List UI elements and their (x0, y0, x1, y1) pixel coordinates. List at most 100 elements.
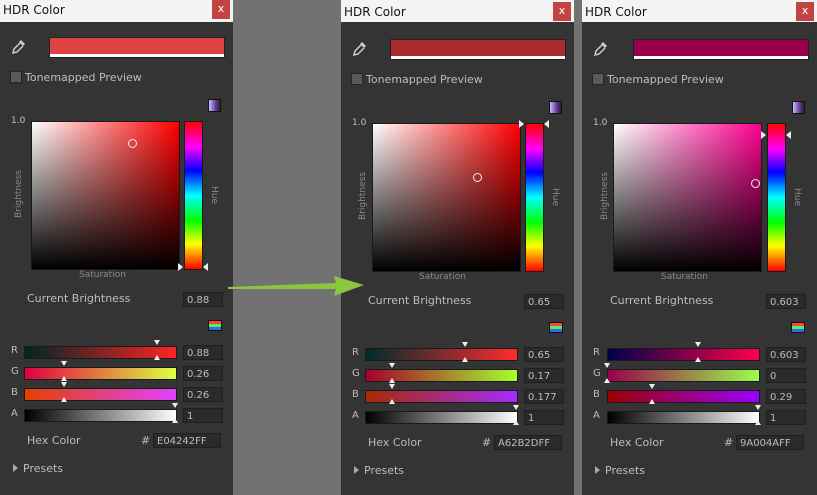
channel-value-r[interactable]: 0.65 (524, 347, 564, 362)
channel-slider-g[interactable] (607, 369, 760, 382)
color-swatch[interactable] (390, 39, 566, 60)
b-handle-bottom[interactable] (389, 399, 395, 404)
a-handle-bottom[interactable] (172, 418, 178, 423)
title-bar[interactable]: HDR Color x (582, 0, 817, 22)
color-swatch[interactable] (49, 37, 225, 58)
saturation-brightness-box[interactable] (613, 123, 762, 272)
channel-slider-b[interactable] (607, 390, 760, 403)
r-handle-top[interactable] (154, 340, 160, 345)
hue-handle-left[interactable] (761, 131, 766, 139)
sv-cursor[interactable] (751, 179, 760, 188)
a-handle-top[interactable] (755, 405, 761, 410)
g-handle-bottom[interactable] (389, 378, 395, 383)
hue-handle-right[interactable] (544, 120, 549, 128)
r-handle-top[interactable] (695, 342, 701, 347)
saturation-brightness-box[interactable] (31, 121, 180, 270)
a-handle-top[interactable] (513, 405, 519, 410)
checkbox[interactable] (10, 71, 22, 83)
title-bar[interactable]: HDR Color x (0, 0, 233, 22)
presets-foldout[interactable]: Presets (354, 464, 404, 477)
eyedropper-icon[interactable] (593, 41, 608, 57)
channel-value-b[interactable]: 0.26 (183, 387, 223, 402)
a-handle-bottom[interactable] (755, 420, 761, 425)
hue-slider[interactable] (184, 121, 203, 270)
eyedropper-icon[interactable] (11, 39, 26, 55)
current-brightness-field[interactable]: 0.65 (524, 294, 564, 309)
channel-slider-a[interactable] (24, 409, 177, 422)
channel-value-g[interactable]: 0.26 (183, 366, 223, 381)
presets-foldout[interactable]: Presets (595, 464, 645, 477)
hex-color-field[interactable]: A62B2DFF (494, 435, 562, 450)
channel-label-a: A (593, 410, 600, 421)
channel-value-g[interactable]: 0 (766, 368, 806, 383)
hex-color-field[interactable]: 9A004AFF (736, 435, 804, 450)
channel-slider-b[interactable] (365, 390, 518, 403)
hdr-color-panel-1: HDR Color x Tonemapped Preview 1.0 Brigh… (0, 0, 233, 495)
a-handle-top[interactable] (172, 403, 178, 408)
saturation-brightness-box[interactable] (372, 123, 521, 272)
channel-value-a[interactable]: 1 (524, 410, 564, 425)
b-handle-bottom[interactable] (61, 397, 67, 402)
channel-value-r[interactable]: 0.88 (183, 345, 223, 360)
hue-slider[interactable] (525, 123, 544, 272)
b-handle-bottom[interactable] (649, 399, 655, 404)
hue-slider[interactable] (767, 123, 786, 272)
channel-slider-b[interactable] (24, 388, 177, 401)
hue-handle-left[interactable] (178, 263, 183, 271)
close-button[interactable]: x (212, 0, 230, 19)
foldout-arrow-icon (595, 466, 600, 474)
sv-cursor[interactable] (473, 173, 482, 182)
b-handle-top[interactable] (61, 382, 67, 387)
channel-value-g[interactable]: 0.17 (524, 368, 564, 383)
presets-foldout[interactable]: Presets (13, 462, 63, 475)
slider-mode-icon[interactable] (208, 320, 222, 331)
g-handle-top[interactable] (604, 363, 610, 368)
hue-handle-right[interactable] (786, 131, 791, 139)
r-handle-bottom[interactable] (695, 357, 701, 362)
r-handle-bottom[interactable] (462, 357, 468, 362)
channel-value-a[interactable]: 1 (183, 408, 223, 423)
hue-handle-right[interactable] (203, 263, 208, 271)
g-handle-bottom[interactable] (61, 376, 67, 381)
close-button[interactable]: x (553, 2, 571, 21)
g-handle-top[interactable] (389, 363, 395, 368)
color-swatch[interactable] (633, 39, 809, 60)
title-bar[interactable]: HDR Color x (341, 0, 574, 22)
slider-mode-icon[interactable] (549, 322, 563, 333)
brightness-axis-label: Brightness (600, 172, 610, 220)
current-brightness-field[interactable]: 0.603 (766, 294, 806, 309)
a-handle-bottom[interactable] (513, 420, 519, 425)
checkbox[interactable] (592, 73, 604, 85)
color-mode-icon[interactable] (549, 101, 562, 114)
channel-value-b[interactable]: 0.29 (766, 389, 806, 404)
sv-cursor[interactable] (128, 139, 137, 148)
g-handle-top[interactable] (61, 361, 67, 366)
checkbox[interactable] (351, 73, 363, 85)
hue-handle-left[interactable] (519, 120, 524, 128)
g-handle-bottom[interactable] (604, 378, 610, 383)
close-button[interactable]: x (796, 2, 814, 21)
channel-slider-g[interactable] (24, 367, 177, 380)
eyedropper-icon[interactable] (352, 41, 367, 57)
tonemapped-preview-toggle[interactable]: Tonemapped Preview (10, 71, 142, 85)
b-handle-top[interactable] (389, 384, 395, 389)
current-brightness-field[interactable]: 0.88 (183, 292, 223, 307)
channel-value-r[interactable]: 0.603 (766, 347, 806, 362)
color-mode-icon[interactable] (792, 101, 805, 114)
channel-slider-r[interactable] (365, 348, 518, 361)
r-handle-bottom[interactable] (154, 355, 160, 360)
tonemapped-preview-toggle[interactable]: Tonemapped Preview (351, 73, 483, 87)
channel-slider-r[interactable] (607, 348, 760, 361)
hex-color-field[interactable]: E04242FF (153, 433, 221, 448)
channel-label-r: R (11, 345, 18, 356)
channel-value-b[interactable]: 0.177 (524, 389, 564, 404)
channel-value-a[interactable]: 1 (766, 410, 806, 425)
slider-mode-icon[interactable] (791, 322, 805, 333)
r-handle-top[interactable] (462, 342, 468, 347)
channel-slider-g[interactable] (365, 369, 518, 382)
channel-slider-a[interactable] (365, 411, 518, 424)
b-handle-top[interactable] (649, 384, 655, 389)
tonemapped-preview-toggle[interactable]: Tonemapped Preview (592, 73, 724, 87)
color-mode-icon[interactable] (208, 99, 221, 112)
channel-slider-a[interactable] (607, 411, 760, 424)
